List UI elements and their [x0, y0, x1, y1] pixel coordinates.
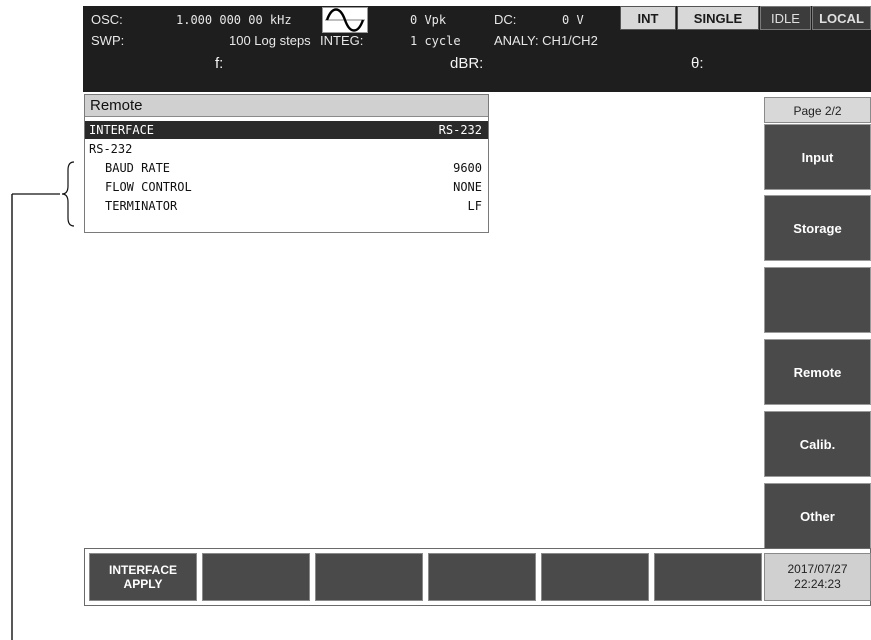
sine-wave-icon[interactable] [322, 7, 368, 33]
swp-value: 100 Log steps [229, 33, 311, 48]
interface-value: RS-232 [438, 123, 482, 137]
bottom-softkey-2[interactable] [202, 553, 310, 601]
integ-label: INTEG: [320, 33, 364, 48]
interface-label: INTERFACE [89, 123, 155, 137]
interface-apply-softkey[interactable]: INTERFACE APPLY [89, 553, 197, 601]
terminator-value: LF [467, 199, 482, 213]
apply-line-2: APPLY [123, 577, 163, 591]
terminator-label: TERMINATOR [105, 199, 178, 213]
flow-control-label: FLOW CONTROL [105, 180, 192, 194]
remote-softkey[interactable]: Remote [764, 339, 871, 405]
panel-title: Remote [85, 95, 488, 117]
analysis-mode: ANALY: CH1/CH2 [494, 33, 598, 48]
flow-control-row[interactable]: FLOW CONTROL NONE [85, 178, 488, 196]
rs232-label: RS-232 [89, 142, 133, 156]
flow-control-value: NONE [453, 180, 482, 194]
baud-rate-label: BAUD RATE [105, 161, 171, 175]
swp-label: SWP: [91, 33, 125, 48]
bottom-softkey-3[interactable] [315, 553, 423, 601]
blank-softkey[interactable] [764, 267, 871, 333]
apply-line-1: INTERFACE [108, 563, 177, 577]
date-text: 2017/07/27 [787, 562, 848, 576]
remote-settings-panel: Remote INTERFACE RS-232 RS-232 BAUD RATE… [84, 94, 489, 233]
osc-label: OSC: [91, 12, 123, 27]
baud-rate-row[interactable]: BAUD RATE 9600 [85, 159, 488, 177]
interface-row[interactable]: INTERFACE RS-232 [85, 121, 488, 139]
calib-softkey[interactable]: Calib. [764, 411, 871, 477]
dc-value: 0 V [562, 13, 584, 27]
phase-readout-label: θ: [691, 55, 704, 72]
bottom-softkey-6[interactable] [654, 553, 762, 601]
terminator-row[interactable]: TERMINATOR LF [85, 197, 488, 215]
annotation-bracket [11, 161, 75, 640]
bottom-softkey-5[interactable] [541, 553, 649, 601]
page-indicator: Page 2/2 [764, 97, 871, 123]
idle-status: IDLE [760, 6, 811, 30]
single-button[interactable]: SINGLE [677, 6, 759, 30]
local-button[interactable]: LOCAL [812, 6, 871, 30]
amplitude-value: 0 Vpk [410, 13, 447, 27]
storage-softkey[interactable]: Storage [764, 195, 871, 261]
dbr-readout-label: dBR: [450, 55, 484, 72]
other-softkey[interactable]: Other [764, 483, 871, 549]
bottom-softkey-4[interactable] [428, 553, 536, 601]
frequency-readout-label: f: [215, 55, 224, 72]
time-text: 22:24:23 [794, 577, 841, 591]
baud-rate-value: 9600 [453, 161, 482, 175]
status-bar: OSC: 1.000 000 00 kHz 0 Vpk DC: 0 V INT … [83, 6, 871, 92]
date-time-display: 2017/07/27 22:24:23 [764, 553, 871, 601]
dc-label: DC: [494, 12, 517, 27]
integ-value: 1 cycle [410, 34, 461, 48]
int-button[interactable]: INT [620, 6, 676, 30]
rs232-section-header: RS-232 [85, 140, 488, 158]
input-softkey[interactable]: Input [764, 124, 871, 190]
osc-frequency: 1.000 000 00 kHz [176, 13, 292, 27]
